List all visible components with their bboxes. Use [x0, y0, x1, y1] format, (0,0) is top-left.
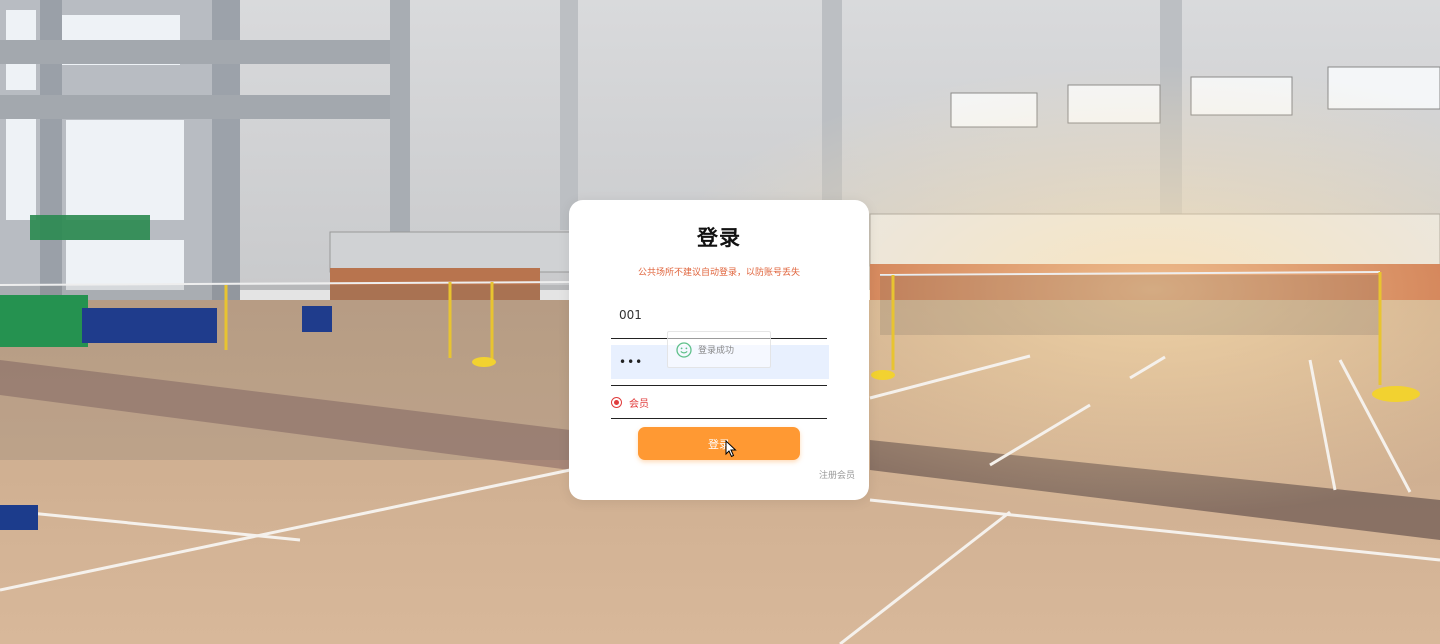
mouse-cursor-icon	[725, 440, 737, 458]
login-success-toast: 登录成功	[667, 331, 771, 368]
login-title: 登录	[697, 226, 741, 250]
toast-message: 登录成功	[698, 346, 735, 356]
login-card: 登录 公共场所不建议自动登录，以防账号丢失 会员 登录成功 登录 注册会员	[569, 200, 869, 500]
role-radio[interactable]	[611, 396, 622, 408]
role-field: 会员	[611, 392, 827, 419]
account-input[interactable]	[611, 300, 821, 330]
login-tip: 公共场所不建议自动登录，以防账号丢失	[637, 268, 800, 278]
role-radio-row[interactable]: 会员	[611, 392, 827, 412]
login-button[interactable]: 登录	[638, 427, 800, 460]
role-radio-label: 会员	[629, 398, 649, 410]
register-link[interactable]: 注册会员	[819, 468, 855, 481]
smile-icon	[676, 341, 692, 358]
